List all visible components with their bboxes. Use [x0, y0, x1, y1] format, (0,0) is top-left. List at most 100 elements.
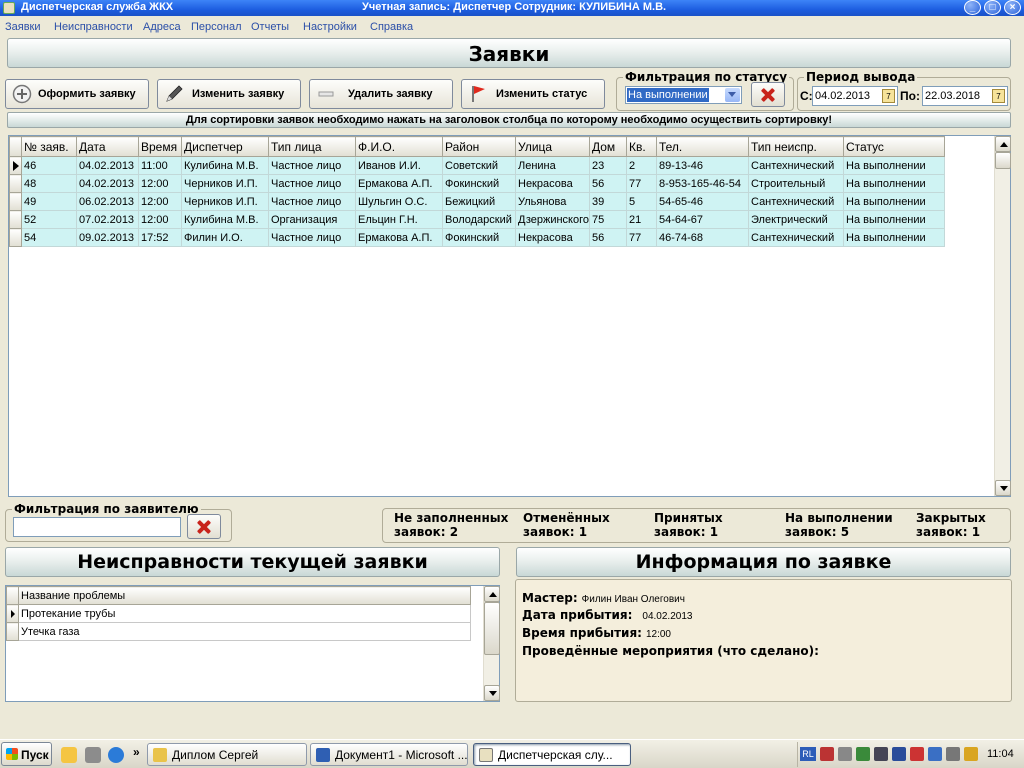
table-cell[interactable]: Черников И.П. — [181, 192, 269, 211]
table-cell[interactable]: 39 — [589, 192, 627, 211]
menu-addresses[interactable]: Адреса — [143, 21, 181, 33]
table-cell[interactable]: 56 — [589, 174, 627, 193]
menu-faults[interactable]: Неисправности — [54, 21, 133, 33]
table-row[interactable]: 49 06.02.2013 12:00 Черников И.П. Частно… — [9, 192, 945, 211]
quicklaunch-more-icon[interactable]: » — [133, 745, 140, 759]
table-cell[interactable]: 12:00 — [138, 192, 182, 211]
calendar-icon[interactable]: 7 — [992, 89, 1005, 103]
table-cell[interactable]: Ельцин Г.Н. — [355, 210, 443, 229]
table-cell[interactable]: 12:00 — [138, 174, 182, 193]
table-cell[interactable]: Сантехнический — [748, 228, 844, 247]
table-cell[interactable]: Кулибина М.В. — [181, 210, 269, 229]
table-cell[interactable]: 12:00 — [138, 210, 182, 229]
table-cell[interactable]: 89-13-46 — [656, 156, 749, 175]
table-cell[interactable]: 8-953-165-46-54 — [656, 174, 749, 193]
period-from-input[interactable]: 04.02.2013 7 — [812, 86, 898, 106]
table-cell[interactable]: Черников И.П. — [181, 174, 269, 193]
table-cell[interactable]: Иванов И.И. — [355, 156, 443, 175]
table-cell[interactable]: 54-64-67 — [656, 210, 749, 229]
table-row[interactable]: 54 09.02.2013 17:52 Филин И.О. Частное л… — [9, 228, 945, 247]
status-filter-select[interactable]: На выполнении — [625, 86, 742, 104]
table-cell[interactable]: Электрический — [748, 210, 844, 229]
row-indicator[interactable] — [9, 174, 22, 193]
table-row[interactable]: 46 04.02.2013 11:00 Кулибина М.В. Частно… — [9, 156, 945, 175]
table-cell[interactable]: 54-65-46 — [656, 192, 749, 211]
table-cell[interactable]: Дзержинского — [515, 210, 590, 229]
table-cell[interactable]: 21 — [626, 210, 657, 229]
table-cell[interactable]: 49 — [21, 192, 77, 211]
fault-name[interactable]: Утечка газа — [18, 622, 471, 641]
table-row[interactable]: 48 04.02.2013 12:00 Черников И.П. Частно… — [9, 174, 945, 193]
column-header[interactable]: Время — [138, 136, 182, 157]
table-cell[interactable]: Сантехнический — [748, 156, 844, 175]
table-cell[interactable]: 75 — [589, 210, 627, 229]
table-cell[interactable]: Советский — [442, 156, 516, 175]
table-cell[interactable]: Строительный — [748, 174, 844, 193]
table-cell[interactable]: Частное лицо — [268, 228, 356, 247]
table-cell[interactable]: Некрасова — [515, 174, 590, 193]
table-cell[interactable]: 77 — [626, 174, 657, 193]
scroll-thumb[interactable] — [995, 152, 1011, 169]
row-indicator[interactable] — [6, 622, 19, 641]
table-cell[interactable]: На выполнении — [843, 228, 945, 247]
column-header[interactable]: Диспетчер — [181, 136, 269, 157]
table-cell[interactable]: Частное лицо — [268, 174, 356, 193]
table-cell[interactable]: Фокинский — [442, 174, 516, 193]
task-diploma[interactable]: Диплом Сергей — [147, 743, 307, 766]
scroll-down-button[interactable] — [484, 685, 500, 701]
tray-app-icon[interactable] — [892, 747, 906, 761]
table-cell[interactable]: 56 — [589, 228, 627, 247]
column-header[interactable]: Статус — [843, 136, 945, 157]
task-document[interactable]: Документ1 - Microsoft ... — [310, 743, 468, 766]
list-item[interactable]: Протекание трубы — [6, 604, 471, 623]
column-header[interactable]: Ф.И.О. — [355, 136, 443, 157]
table-cell[interactable]: 54 — [21, 228, 77, 247]
table-cell[interactable]: 46-74-68 — [656, 228, 749, 247]
clear-applicant-filter-button[interactable] — [187, 514, 221, 539]
list-item[interactable]: Утечка газа — [6, 622, 471, 641]
applicant-filter-input[interactable] — [13, 517, 181, 537]
menu-help[interactable]: Справка — [370, 21, 413, 33]
table-cell[interactable]: 07.02.2013 — [76, 210, 139, 229]
browser-icon[interactable] — [108, 747, 124, 763]
column-header[interactable]: Название проблемы — [18, 586, 471, 605]
table-cell[interactable]: На выполнении — [843, 192, 945, 211]
table-cell[interactable]: Фокинский — [442, 228, 516, 247]
scroll-thumb[interactable] — [484, 602, 500, 655]
table-row[interactable]: 52 07.02.2013 12:00 Кулибина М.В. Органи… — [9, 210, 945, 229]
fault-name[interactable]: Протекание трубы — [18, 604, 471, 623]
table-cell[interactable]: Частное лицо — [268, 192, 356, 211]
dropdown-arrow-icon[interactable] — [725, 88, 740, 102]
row-indicator[interactable] — [9, 156, 22, 175]
show-desktop-icon[interactable] — [85, 747, 101, 763]
column-header[interactable]: Дом — [589, 136, 627, 157]
table-cell[interactable]: 2 — [626, 156, 657, 175]
close-window-icon[interactable]: × — [1004, 0, 1021, 15]
maximize-icon[interactable]: □ — [984, 0, 1001, 15]
table-cell[interactable]: Ульянова — [515, 192, 590, 211]
task-dispatcher[interactable]: Диспетчерская слу... — [473, 743, 631, 766]
scroll-down-button[interactable] — [995, 480, 1011, 496]
table-cell[interactable]: 17:52 — [138, 228, 182, 247]
table-cell[interactable]: 52 — [21, 210, 77, 229]
column-header[interactable]: Тип лица — [268, 136, 356, 157]
scroll-up-button[interactable] — [484, 586, 500, 602]
table-cell[interactable]: Частное лицо — [268, 156, 356, 175]
table-cell[interactable]: 77 — [626, 228, 657, 247]
row-indicator[interactable] — [9, 228, 22, 247]
create-request-button[interactable]: Оформить заявку — [5, 79, 149, 109]
row-indicator[interactable] — [6, 604, 19, 623]
table-cell[interactable]: 48 — [21, 174, 77, 193]
delete-request-button[interactable]: Удалить заявку — [309, 79, 453, 109]
table-cell[interactable]: 23 — [589, 156, 627, 175]
column-header[interactable]: Тел. — [656, 136, 749, 157]
menu-settings[interactable]: Настройки — [303, 21, 357, 33]
column-header[interactable]: Кв. — [626, 136, 657, 157]
faults-scrollbar[interactable] — [483, 586, 500, 701]
table-cell[interactable]: 06.02.2013 — [76, 192, 139, 211]
tray-app-icon[interactable] — [820, 747, 834, 761]
table-cell[interactable]: 09.02.2013 — [76, 228, 139, 247]
column-header[interactable]: Улица — [515, 136, 590, 157]
tray-app-icon[interactable] — [946, 747, 960, 761]
column-header[interactable]: Дата — [76, 136, 139, 157]
